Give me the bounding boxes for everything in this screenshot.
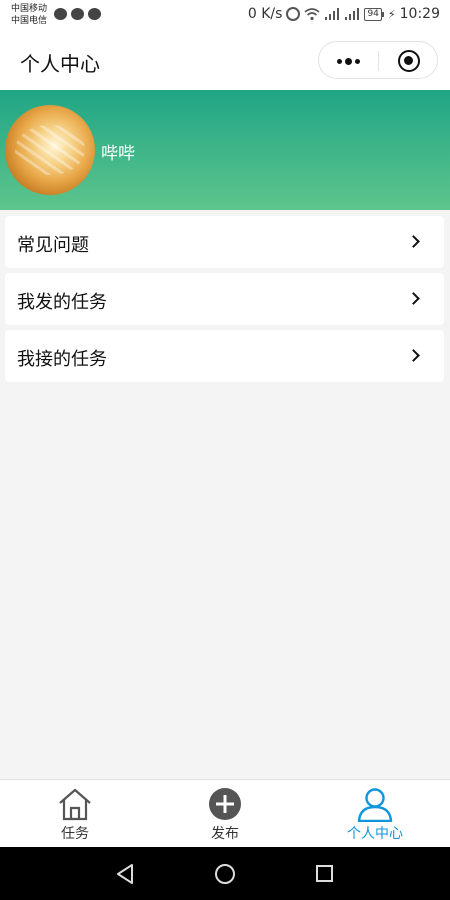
status-bar: 中国移动 中国电信 0 K/s 94 ⚡ 10:29	[0, 0, 450, 30]
username: 哔哔	[101, 144, 135, 164]
recent-apps-icon[interactable]	[316, 865, 333, 882]
tab-bar: 任务 发布 个人中心	[0, 779, 450, 847]
menu-item-my-posted-tasks[interactable]: 我发的任务	[5, 273, 444, 325]
capsule-divider	[378, 51, 379, 71]
menu-item-label: 常见问题	[17, 235, 89, 256]
menu-item-faq[interactable]: 常见问题	[5, 216, 444, 268]
page-title: 个人中心	[20, 52, 100, 76]
net-speed: 0 K/s	[247, 6, 283, 22]
wifi-icon	[304, 7, 320, 21]
carrier-2: 中国电信	[11, 16, 48, 26]
chevron-right-icon	[407, 235, 420, 248]
notification-icons	[54, 8, 101, 20]
system-nav-bar	[0, 847, 450, 900]
plus-circle-icon	[207, 786, 243, 822]
menu-item-my-accepted-tasks[interactable]: 我接的任务	[5, 330, 444, 382]
menu-list: 常见问题 我发的任务 我接的任务	[5, 216, 444, 387]
status-indicators: 0 K/s 94 ⚡ 10:29	[248, 6, 440, 22]
chat-bubble-icon	[88, 8, 101, 20]
profile-header: 哔哔	[0, 90, 450, 210]
chevron-right-icon	[407, 292, 420, 305]
mini-program-capsule	[318, 41, 438, 79]
tab-profile[interactable]: 个人中心	[300, 780, 450, 847]
wechat-icon	[71, 8, 84, 20]
carrier-info: 中国移动 中国电信	[11, 3, 47, 27]
menu-item-label: 我发的任务	[17, 292, 107, 313]
carrier-1: 中国移动	[11, 4, 48, 14]
nav-bar: 个人中心	[0, 30, 450, 90]
home-icon	[57, 786, 93, 822]
tab-label: 发布	[211, 826, 239, 842]
tab-publish[interactable]: 发布	[150, 780, 300, 847]
battery-level: 94	[364, 7, 382, 21]
tab-tasks[interactable]: 任务	[0, 780, 150, 847]
voice-message-icon	[54, 8, 67, 20]
tab-label: 个人中心	[347, 826, 403, 842]
back-icon[interactable]	[116, 864, 134, 888]
chevron-right-icon	[407, 349, 420, 362]
alarm-icon	[286, 7, 301, 21]
avatar[interactable]	[5, 105, 95, 195]
home-circle-icon[interactable]	[215, 864, 235, 884]
charging-icon: ⚡	[387, 7, 396, 21]
user-icon	[357, 786, 393, 823]
tab-label: 任务	[61, 826, 89, 842]
battery-icon: 94	[364, 7, 384, 21]
close-circle-icon[interactable]	[398, 50, 420, 72]
clock: 10:29	[399, 6, 440, 22]
menu-item-label: 我接的任务	[17, 349, 107, 370]
signal-2g-icon	[324, 7, 340, 21]
signal-4g-icon	[344, 7, 360, 21]
more-dots-icon[interactable]	[337, 54, 361, 68]
